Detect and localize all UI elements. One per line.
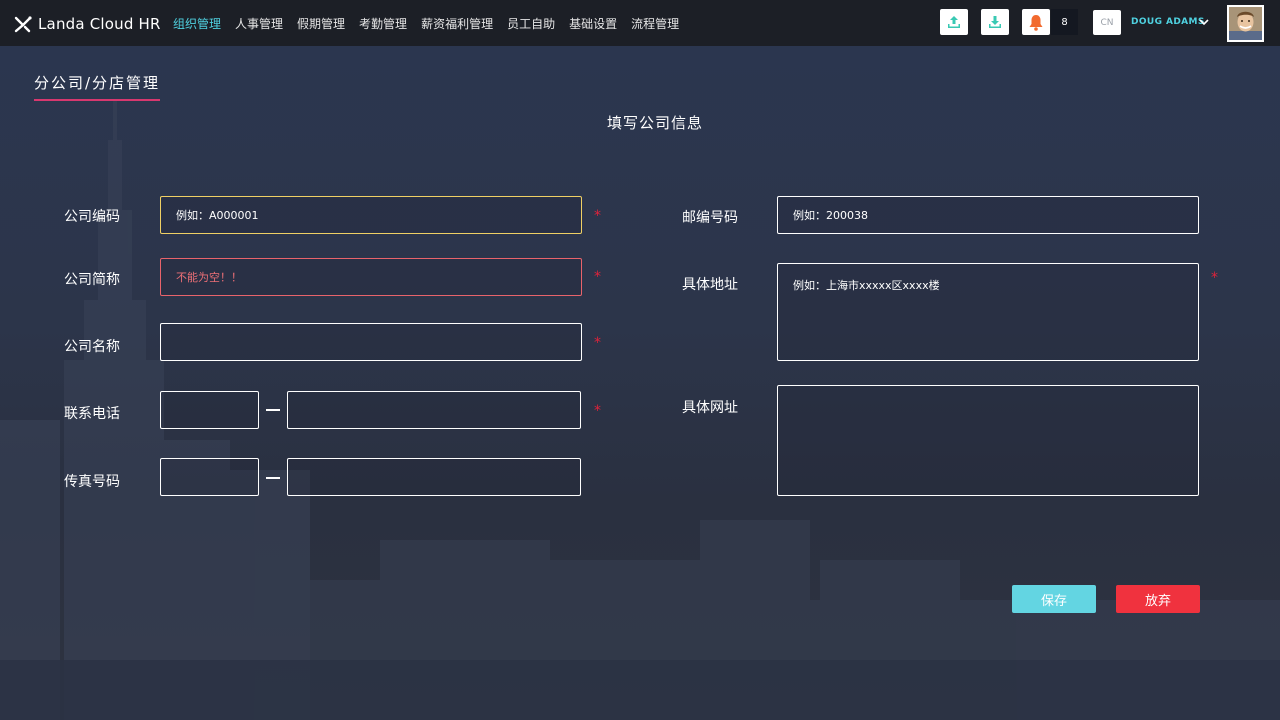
main-nav: 组织管理 人事管理 假期管理 考勤管理 薪资福利管理 员工自助 基础设置 流程管… xyxy=(173,15,693,32)
save-button[interactable]: 保存 xyxy=(1012,585,1096,613)
top-bar: Landa Cloud HR 组织管理 人事管理 假期管理 考勤管理 薪资福利管… xyxy=(0,0,1280,46)
form-title: 填写公司信息 xyxy=(606,114,703,132)
notification-count: 8 xyxy=(1051,9,1078,35)
nav-item-payroll[interactable]: 薪资福利管理 xyxy=(421,15,493,32)
logo-icon xyxy=(14,16,32,33)
phone-number-input[interactable] xyxy=(287,391,581,429)
company-name-input[interactable] xyxy=(160,323,582,361)
company-code-input[interactable]: 例如：A000001 xyxy=(160,196,582,234)
required-mark: * xyxy=(594,335,601,351)
required-mark: * xyxy=(1211,270,1218,286)
download-icon xyxy=(989,16,1001,28)
app-logo[interactable]: Landa Cloud HR xyxy=(14,12,161,36)
required-mark: * xyxy=(594,403,601,419)
avatar[interactable] xyxy=(1227,5,1264,42)
address-textarea[interactable]: 例如：上海市xxxxx区xxxx楼 xyxy=(777,263,1199,361)
required-mark: * xyxy=(594,269,601,285)
fax-label: 传真号码 xyxy=(64,474,120,490)
nav-item-workflow[interactable]: 流程管理 xyxy=(631,15,679,32)
page: Landa Cloud HR 组织管理 人事管理 假期管理 考勤管理 薪资福利管… xyxy=(0,0,1280,720)
phone-label: 联系电话 xyxy=(64,406,120,422)
dash-separator xyxy=(266,477,280,479)
company-name-label: 公司名称 xyxy=(64,339,120,355)
postcode-label: 邮编号码 xyxy=(682,210,738,226)
download-button[interactable] xyxy=(981,9,1009,35)
cancel-button[interactable]: 放弃 xyxy=(1116,585,1200,613)
fax-number-input[interactable] xyxy=(287,458,581,496)
language-switch[interactable]: CN xyxy=(1093,10,1121,35)
postcode-input[interactable]: 例如：200038 xyxy=(777,196,1199,234)
phone-area-input[interactable] xyxy=(160,391,259,429)
page-title: 分公司/分店管理 xyxy=(34,72,161,101)
app-name: Landa Cloud HR xyxy=(38,15,161,33)
nav-item-settings[interactable]: 基础设置 xyxy=(569,15,617,32)
notification-button[interactable] xyxy=(1022,9,1050,35)
company-code-label: 公司编码 xyxy=(64,209,120,225)
chevron-down-icon[interactable] xyxy=(1199,18,1209,26)
upload-button[interactable] xyxy=(940,9,968,35)
user-name[interactable]: DOUG ADAMS xyxy=(1131,17,1205,27)
required-mark: * xyxy=(594,208,601,224)
nav-item-leave[interactable]: 假期管理 xyxy=(297,15,345,32)
company-short-label: 公司简称 xyxy=(64,272,120,288)
nav-item-self-service[interactable]: 员工自助 xyxy=(507,15,555,32)
bell-icon xyxy=(1029,14,1043,31)
nav-item-personnel[interactable]: 人事管理 xyxy=(235,15,283,32)
nav-item-attendance[interactable]: 考勤管理 xyxy=(359,15,407,32)
upload-icon xyxy=(948,16,960,28)
website-label: 具体网址 xyxy=(682,400,738,416)
nav-item-organization[interactable]: 组织管理 xyxy=(173,15,221,32)
company-short-input[interactable]: 不能为空！！ xyxy=(160,258,582,296)
fax-area-input[interactable] xyxy=(160,458,259,496)
address-label: 具体地址 xyxy=(682,277,738,293)
website-textarea[interactable] xyxy=(777,385,1199,496)
dash-separator xyxy=(266,409,280,411)
